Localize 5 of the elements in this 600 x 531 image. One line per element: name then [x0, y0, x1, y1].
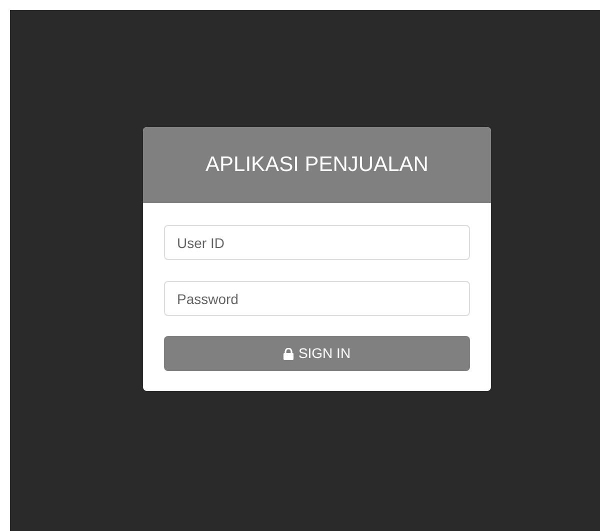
input-field[interactable]: Password — [164, 281, 470, 316]
app-title: APLIKASI PENJUALAN — [206, 152, 428, 178]
lock-icon — [283, 348, 294, 360]
input-field[interactable]: User ID — [164, 225, 470, 260]
sign-in-button[interactable]: SIGN IN — [164, 336, 470, 371]
